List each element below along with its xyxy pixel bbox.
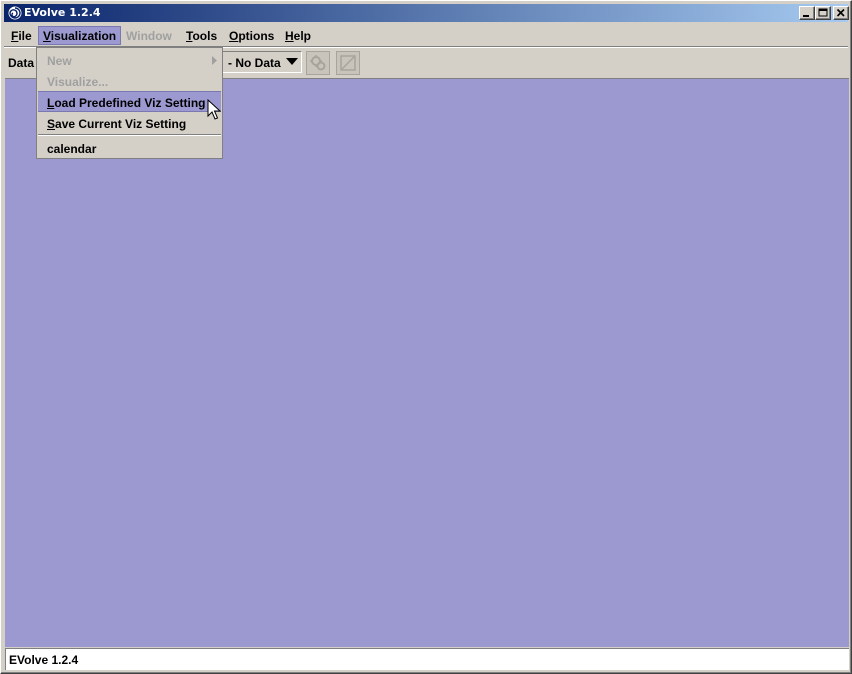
status-text: EVolve 1.2.4 [9,653,79,667]
run-gear-icon [310,55,326,71]
menu-window[interactable]: Window [122,26,176,45]
menu-file[interactable]: File [7,26,36,45]
desktop-area[interactable] [5,78,849,647]
menu-help[interactable]: Help [281,26,315,45]
minimize-icon [803,15,809,17]
window-title: EVolve 1.2.4 [24,6,101,19]
menu-window-label: indow [137,29,172,43]
menuitem-load-label: oad Predefined Viz Setting [54,96,206,110]
menuitem-save-mnemonic: S [47,117,56,131]
menu-separator [38,134,221,136]
status-bar: EVolve 1.2.4 [5,648,849,670]
menuitem-new-label: ew [55,54,72,68]
data-source-select[interactable]: - No Data [222,51,302,73]
menu-help-label: elp [293,29,312,43]
menu-bar: File Visualization Window Tools Options … [4,24,848,46]
submenu-arrow-icon [212,56,217,65]
data-label: Data [8,56,35,70]
menu-file-label: ile [18,29,32,43]
menu-options-label: ptions [238,29,275,43]
run-button[interactable] [306,51,330,75]
chevron-down-icon [286,58,298,65]
title-bar[interactable]: EVolve 1.2.4 [4,4,849,22]
menuitem-calendar[interactable]: calendar [38,138,221,159]
evolve-app-icon[interactable] [7,5,23,21]
close-icon [836,8,845,17]
visualization-menu-dropdown: New Visualize... Load Predefined Viz Set… [36,47,223,159]
menu-visualization[interactable]: Visualization [38,26,121,45]
menu-window-mnemonic: W [126,29,138,43]
menuitem-save-label: ave Current Viz Setting [55,117,187,131]
data-source-value: - No Data [228,56,281,70]
stop-icon [340,55,356,71]
menu-options[interactable]: Options [225,26,278,45]
mouse-cursor-icon [207,99,221,120]
close-button[interactable] [833,6,849,20]
stop-button[interactable] [336,51,360,75]
menuitem-calendar-label: calendar [47,142,97,156]
menuitem-visualize-mnemonic: V [47,75,55,89]
menuitem-visualize[interactable]: Visualize... [38,71,221,92]
menu-tools[interactable]: Tools [182,26,221,45]
menu-options-mnemonic: O [229,29,239,43]
menu-visualization-mnemonic: V [43,29,51,43]
menuitem-save-current-viz-setting[interactable]: Save Current Viz Setting [38,113,221,134]
menuitem-load-predefined-viz-setting[interactable]: Load Predefined Viz Setting [38,91,221,112]
maximize-button[interactable] [815,6,831,20]
menuitem-visualize-label: isualize... [54,75,109,89]
app-window: EVolve 1.2.4 File Visualization Window T… [0,0,852,674]
menu-tools-label: ools [192,29,218,43]
menuitem-new-mnemonic: N [47,54,56,68]
menu-help-mnemonic: H [285,29,294,43]
menu-visualization-label: isualization [50,29,117,43]
maximize-icon [818,8,828,17]
minimize-button[interactable] [799,6,815,20]
menuitem-new[interactable]: New [38,50,221,71]
